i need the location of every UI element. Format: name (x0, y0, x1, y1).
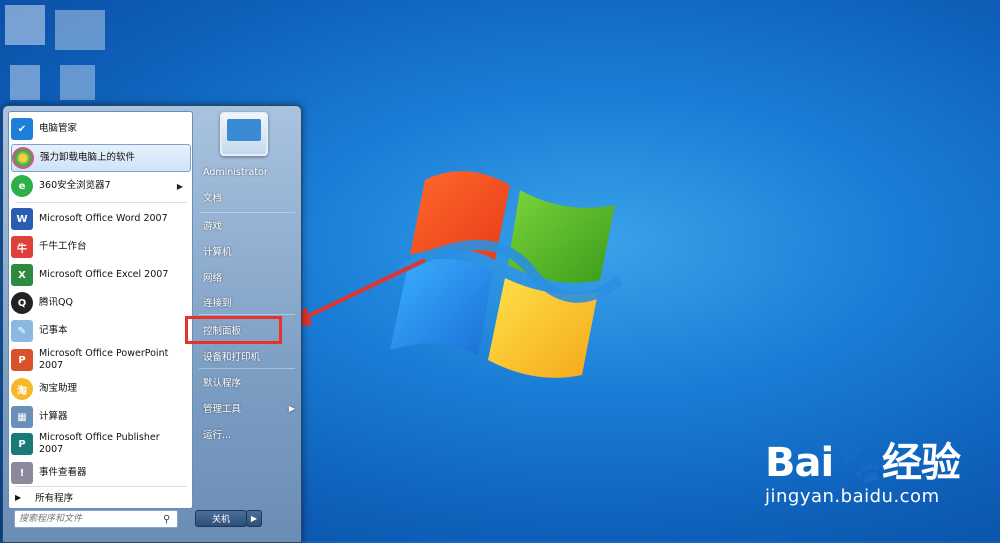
places-item-administrator[interactable]: Administrator (197, 161, 303, 183)
desktop-icon-blurred[interactable] (10, 65, 40, 100)
places-item-label: 文档 (203, 193, 223, 204)
program-label: 千牛工作台 (39, 241, 87, 252)
program-label: Microsoft Office Excel 2007 (39, 269, 169, 280)
taobao-helper-icon: 淘 (11, 378, 33, 400)
places-item-label: 游戏 (203, 221, 223, 232)
places-item-label: 计算机 (203, 247, 232, 258)
qianniu-icon: 牛 (11, 236, 33, 258)
program-item[interactable]: ✎ 记事本 (11, 318, 189, 344)
360-browser-icon: e (11, 175, 33, 197)
shutdown-button[interactable]: 关机 (195, 510, 247, 527)
desktop-icon-blurred[interactable] (5, 5, 45, 45)
program-label: 电脑管家 (39, 123, 78, 134)
places-item-games[interactable]: 游戏 (197, 214, 303, 236)
program-label: 记事本 (39, 325, 68, 336)
all-programs-button[interactable]: ▶ 所有程序 (15, 490, 74, 505)
powerpoint-icon: P (11, 349, 33, 371)
triangle-right-icon: ▶ (15, 492, 22, 502)
watermark-suffix: 经验 (882, 440, 961, 486)
places-item-label: 运行... (203, 430, 232, 441)
program-item[interactable]: P Microsoft Office Publisher 2007 (11, 430, 189, 458)
program-label: 淘宝助理 (39, 383, 78, 394)
program-item[interactable]: ▦ 计算器 (11, 404, 189, 430)
all-programs-label: 所有程序 (35, 493, 74, 504)
places-item-default-programs[interactable]: 默认程序 (197, 371, 303, 393)
watermark-brand: Bai (765, 440, 834, 486)
watermark-url: jingyan.baidu.com (765, 486, 940, 507)
program-item[interactable]: X Microsoft Office Excel 2007 (11, 262, 189, 288)
program-label: 腾讯QQ (39, 297, 73, 308)
program-label: Microsoft Office Word 2007 (39, 213, 168, 224)
program-item[interactable]: P Microsoft Office PowerPoint 2007 (11, 346, 189, 374)
submenu-arrow-icon: ▶ (288, 403, 295, 413)
places-item-label: 网络 (203, 273, 223, 284)
publisher-icon: P (11, 433, 33, 455)
program-label: 360安全浏览器7 (39, 180, 111, 191)
places-item-documents[interactable]: 文档 (197, 186, 303, 208)
program-item[interactable]: W Microsoft Office Word 2007 (11, 206, 189, 232)
chevron-right-icon: ▶ (250, 514, 258, 523)
separator (15, 202, 187, 203)
places-item-label: 连接到 (203, 298, 232, 309)
shutdown-label: 关机 (211, 515, 230, 525)
program-label: 计算器 (39, 411, 68, 422)
places-item-network[interactable]: 网络 (197, 266, 303, 288)
paw-icon: 🐾 (833, 440, 883, 486)
submenu-arrow-icon: ▶ (176, 181, 183, 191)
places-item-devices-printers[interactable]: 设备和打印机 (197, 345, 303, 367)
user-picture-icon (227, 119, 261, 141)
shutdown-options-button[interactable]: ▶ (246, 510, 262, 527)
separator (15, 486, 187, 487)
places-item-computer[interactable]: 计算机 (197, 240, 303, 262)
program-label: Microsoft Office PowerPoint 2007 (39, 348, 169, 371)
calculator-icon: ▦ (11, 406, 33, 428)
program-label: 事件查看器 (39, 467, 87, 478)
desktop-icon-blurred[interactable] (60, 65, 95, 100)
programs-pane: ✔ 电脑管家 强力卸载电脑上的软件 e 360安全浏览器7 ▶ W Micros… (8, 111, 193, 509)
separator (199, 368, 295, 369)
word-icon: W (11, 208, 33, 230)
desktop-icon-blurred[interactable] (55, 10, 105, 50)
places-item-admin-tools[interactable]: 管理工具 ▶ (197, 397, 303, 419)
program-label: 强力卸载电脑上的软件 (40, 152, 136, 163)
qq-penguin-icon: Q (11, 292, 33, 314)
places-item-label: 管理工具 (203, 404, 242, 415)
highlight-box (185, 316, 282, 344)
program-item[interactable]: ✔ 电脑管家 (11, 116, 189, 142)
places-item-run[interactable]: 运行... (197, 423, 303, 445)
program-item[interactable]: ! 事件查看器 (11, 460, 189, 486)
search-input[interactable] (15, 512, 159, 526)
program-label: Microsoft Office Publisher 2007 (39, 432, 160, 455)
search-box[interactable]: ⚲ (14, 510, 178, 528)
avatar[interactable] (220, 112, 268, 156)
separator (199, 314, 295, 315)
program-item[interactable]: 牛 千牛工作台 (11, 234, 189, 260)
program-item[interactable]: 强力卸载电脑上的软件 (11, 144, 191, 172)
event-viewer-icon: ! (11, 462, 33, 484)
places-item-label: 设备和打印机 (203, 352, 261, 363)
tencent-pc-manager-icon: ✔ (11, 118, 33, 140)
program-item[interactable]: 淘 淘宝助理 (11, 376, 189, 402)
places-item-label: 默认程序 (203, 378, 242, 389)
uninstall-flower-icon (12, 147, 34, 169)
separator (199, 212, 295, 213)
places-item-connect-to[interactable]: 连接到 (197, 291, 303, 313)
program-item[interactable]: Q 腾讯QQ (11, 290, 189, 316)
notepad-icon: ✎ (11, 320, 33, 342)
baidu-watermark: Bai🐾经验 jingyan.baidu.com (765, 430, 961, 507)
search-icon[interactable]: ⚲ (163, 514, 170, 525)
places-item-label: Administrator (203, 166, 268, 178)
excel-icon: X (11, 264, 33, 286)
program-item[interactable]: e 360安全浏览器7 ▶ (11, 173, 189, 199)
